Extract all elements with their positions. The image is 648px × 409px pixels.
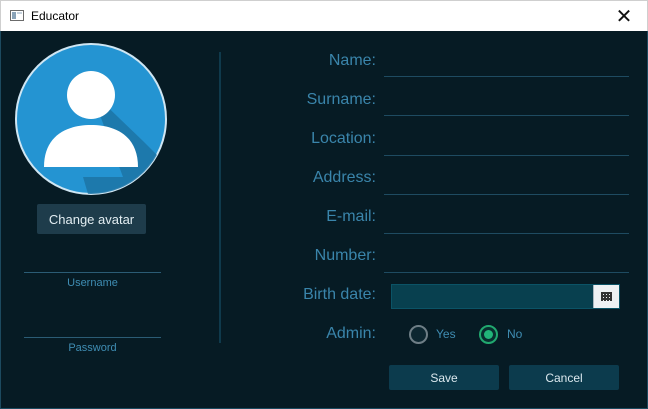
calendar-icon — [601, 292, 612, 301]
username-label: Username — [67, 277, 118, 289]
change-avatar-button[interactable]: Change avatar — [37, 204, 146, 234]
admin-no-label[interactable]: No — [507, 327, 522, 341]
name-label: Name: — [328, 52, 376, 69]
number-label: Number: — [314, 247, 376, 264]
email-label: E-mail: — [326, 208, 376, 225]
birth-date-picker[interactable] — [391, 284, 620, 309]
title-bar: Educator ✕ — [0, 0, 648, 31]
address-label: Address: — [312, 169, 376, 186]
close-button[interactable]: ✕ — [601, 1, 647, 31]
save-button[interactable]: Save — [389, 365, 499, 390]
panel-divider — [219, 52, 221, 343]
number-field[interactable] — [384, 272, 629, 273]
admin-label: Admin: — [326, 325, 376, 342]
password-label: Password — [68, 342, 117, 354]
dialog-content: Change avatar Username Password Name: Su… — [0, 31, 648, 409]
password-field[interactable] — [24, 337, 161, 338]
user-avatar-icon — [15, 43, 167, 195]
address-field[interactable] — [384, 194, 629, 195]
cancel-button[interactable]: Cancel — [509, 365, 619, 390]
email-field[interactable] — [384, 233, 629, 234]
name-field[interactable] — [384, 76, 629, 77]
close-icon: ✕ — [615, 4, 633, 28]
location-field[interactable] — [384, 155, 629, 156]
username-field[interactable] — [24, 272, 161, 273]
location-label: Location: — [311, 130, 376, 147]
admin-no-radio[interactable] — [479, 325, 498, 344]
admin-yes-label[interactable]: Yes — [436, 327, 456, 341]
surname-label: Surname: — [306, 91, 376, 108]
window-app-icon — [10, 10, 24, 21]
birth-date-label: Birth date: — [303, 286, 376, 303]
window-title: Educator — [31, 9, 80, 23]
admin-yes-radio[interactable] — [409, 325, 428, 344]
calendar-button[interactable] — [593, 285, 619, 308]
surname-field[interactable] — [384, 115, 629, 116]
